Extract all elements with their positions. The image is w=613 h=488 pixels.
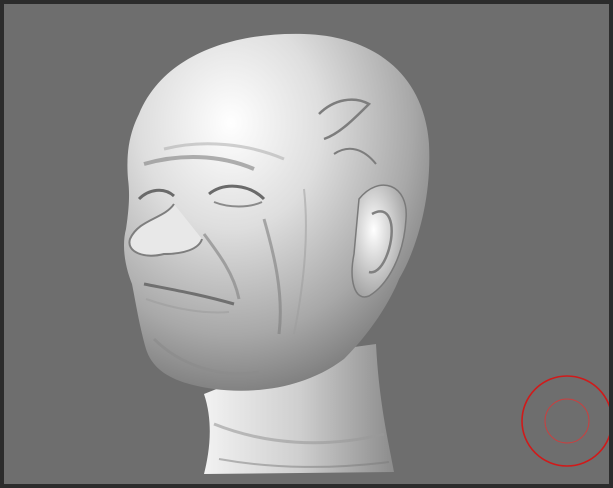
sculpt-viewport[interactable] — [4, 4, 609, 484]
brush-cursor-icon — [521, 375, 609, 467]
